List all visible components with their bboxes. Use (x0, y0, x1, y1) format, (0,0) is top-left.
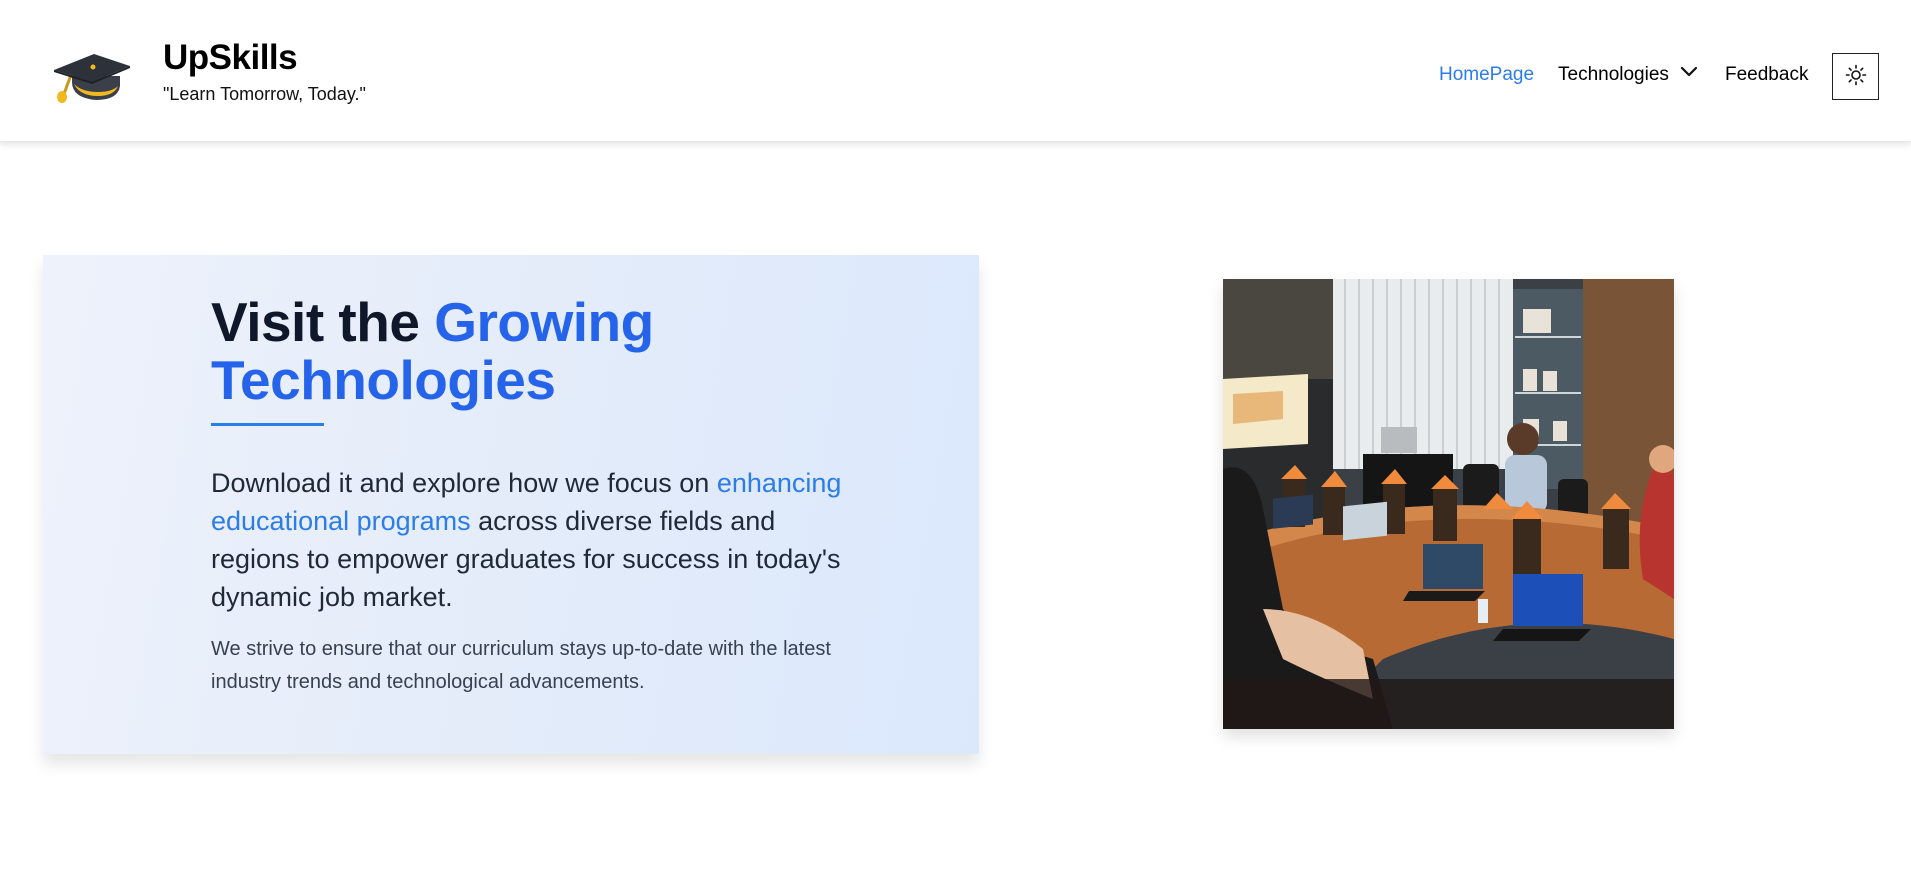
hero-title-plain: Visit the (211, 291, 435, 353)
nav-link-feedback[interactable]: Feedback (1725, 64, 1808, 90)
site-header: UpSkills "Learn Tomorrow, Today." HomePa… (0, 0, 1911, 142)
chevron-down-icon (1680, 62, 1698, 84)
hero-title-accent-2: Technologies (211, 349, 556, 411)
nav-link-label: Feedback (1725, 64, 1809, 85)
hero-note-text: We strive to ensure that our curriculum … (211, 638, 831, 693)
nav-link-homepage[interactable]: HomePage (1439, 64, 1534, 90)
nav-dropdown-technologies[interactable]: Technologies (1558, 64, 1698, 90)
nav-link-label: Technologies (1558, 64, 1669, 85)
hero-card: Visit the Growing Technologies Download i… (43, 255, 979, 754)
theme-toggle-button[interactable] (1832, 53, 1879, 100)
brand-name[interactable]: UpSkills (163, 38, 298, 78)
hero-title: Visit the Growing Technologies (211, 293, 654, 409)
brand-tagline: "Learn Tomorrow, Today." (163, 84, 366, 104)
nav-link-label: HomePage (1439, 64, 1535, 85)
sun-icon (1845, 64, 1867, 89)
meeting-room-photo (1223, 279, 1674, 729)
hero-title-accent-1: Growing (434, 291, 654, 353)
hero-lead-before: Download it and explore how we focus on (211, 468, 717, 498)
title-underline (211, 423, 324, 426)
hero-lead-text: Download it and explore how we focus on … (211, 464, 851, 616)
graduation-cap-icon[interactable] (50, 44, 132, 108)
